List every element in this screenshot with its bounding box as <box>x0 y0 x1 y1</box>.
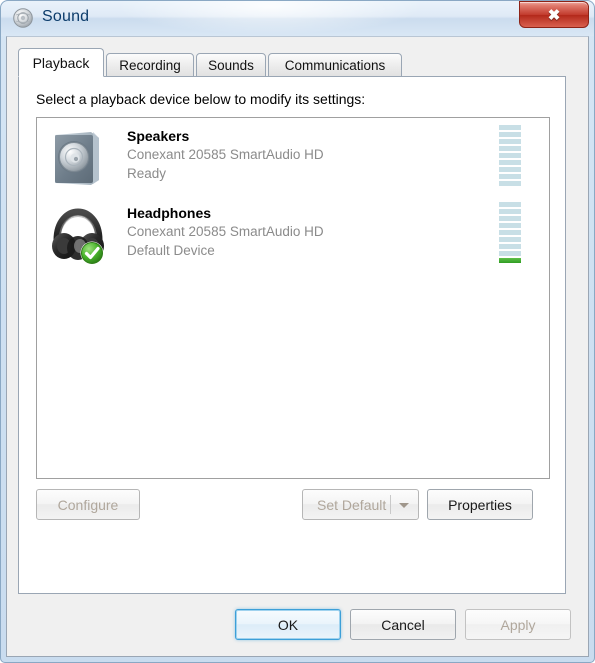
headphones-icon <box>47 204 109 266</box>
device-name: Speakers <box>127 128 190 144</box>
chevron-down-icon[interactable] <box>399 503 409 508</box>
speaker-icon <box>47 127 109 189</box>
device-list-item-speakers[interactable]: Speakers Conexant 20585 SmartAudio HD Re… <box>37 121 549 195</box>
properties-button-label: Properties <box>448 496 512 513</box>
window-title: Sound <box>42 8 90 25</box>
meter-segment <box>499 174 521 179</box>
properties-button[interactable]: Properties <box>427 489 533 520</box>
meter-segment <box>499 132 521 137</box>
ok-button-label: OK <box>277 616 299 633</box>
playback-instruction: Select a playback device below to modify… <box>36 91 366 107</box>
title-bar: Sound ✖ <box>0 0 595 36</box>
meter-segment <box>499 146 521 151</box>
configure-button[interactable]: Configure <box>36 489 140 520</box>
device-driver: Conexant 20585 SmartAudio HD <box>127 224 324 239</box>
device-status: Ready <box>127 166 167 181</box>
tab-playback[interactable]: Playback <box>18 48 104 77</box>
apply-button-label: Apply <box>500 616 536 633</box>
ok-button[interactable]: OK <box>235 609 341 640</box>
cancel-button[interactable]: Cancel <box>350 609 456 640</box>
sound-dialog-window: Sound ✖ Playback Recording Sounds Commun… <box>0 0 595 663</box>
meter-segment <box>499 202 521 207</box>
device-driver: Conexant 20585 SmartAudio HD <box>127 147 324 162</box>
title-bar-glow <box>120 0 420 34</box>
split-divider <box>390 495 391 514</box>
meter-segment <box>499 223 521 228</box>
meter-segment <box>499 237 521 242</box>
meter-segment <box>499 167 521 172</box>
tab-recording[interactable]: Recording <box>106 53 194 77</box>
configure-button-label: Configure <box>57 496 119 513</box>
apply-button: Apply <box>465 609 571 640</box>
meter-segment <box>499 139 521 144</box>
close-icon: ✖ <box>547 6 561 24</box>
meter-segment <box>499 244 521 249</box>
tab-sounds-label: Sounds <box>208 57 254 73</box>
tab-communications[interactable]: Communications <box>268 53 402 77</box>
meter-segment <box>499 125 521 130</box>
meter-segment <box>499 216 521 221</box>
close-button[interactable]: ✖ <box>519 1 589 28</box>
meter-segment <box>499 230 521 235</box>
device-name: Headphones <box>127 205 212 221</box>
meter-segment <box>499 209 521 214</box>
volume-meter-speakers <box>499 125 521 186</box>
set-default-button[interactable]: Set Default <box>302 489 419 520</box>
cancel-button-label: Cancel <box>381 616 425 633</box>
meter-segment-active <box>499 258 521 263</box>
tab-recording-label: Recording <box>119 57 181 73</box>
tab-sounds[interactable]: Sounds <box>196 53 266 77</box>
set-default-button-label: Set Default <box>317 496 387 513</box>
playback-device-list[interactable]: Speakers Conexant 20585 SmartAudio HD Re… <box>36 117 550 479</box>
meter-segment <box>499 181 521 186</box>
tab-strip: Playback Recording Sounds Communications <box>18 48 566 77</box>
sound-speaker-icon <box>12 7 34 29</box>
tab-playback-label: Playback <box>32 54 90 71</box>
device-list-item-headphones[interactable]: Headphones Conexant 20585 SmartAudio HD … <box>37 198 549 272</box>
device-status: Default Device <box>127 243 215 258</box>
meter-segment <box>499 153 521 158</box>
meter-segment <box>499 160 521 165</box>
tab-communications-label: Communications <box>284 57 386 73</box>
playback-tab-panel: Select a playback device below to modify… <box>18 76 566 594</box>
meter-segment <box>499 251 521 256</box>
dialog-body: Playback Recording Sounds Communications… <box>6 36 589 657</box>
volume-meter-headphones <box>499 202 521 263</box>
